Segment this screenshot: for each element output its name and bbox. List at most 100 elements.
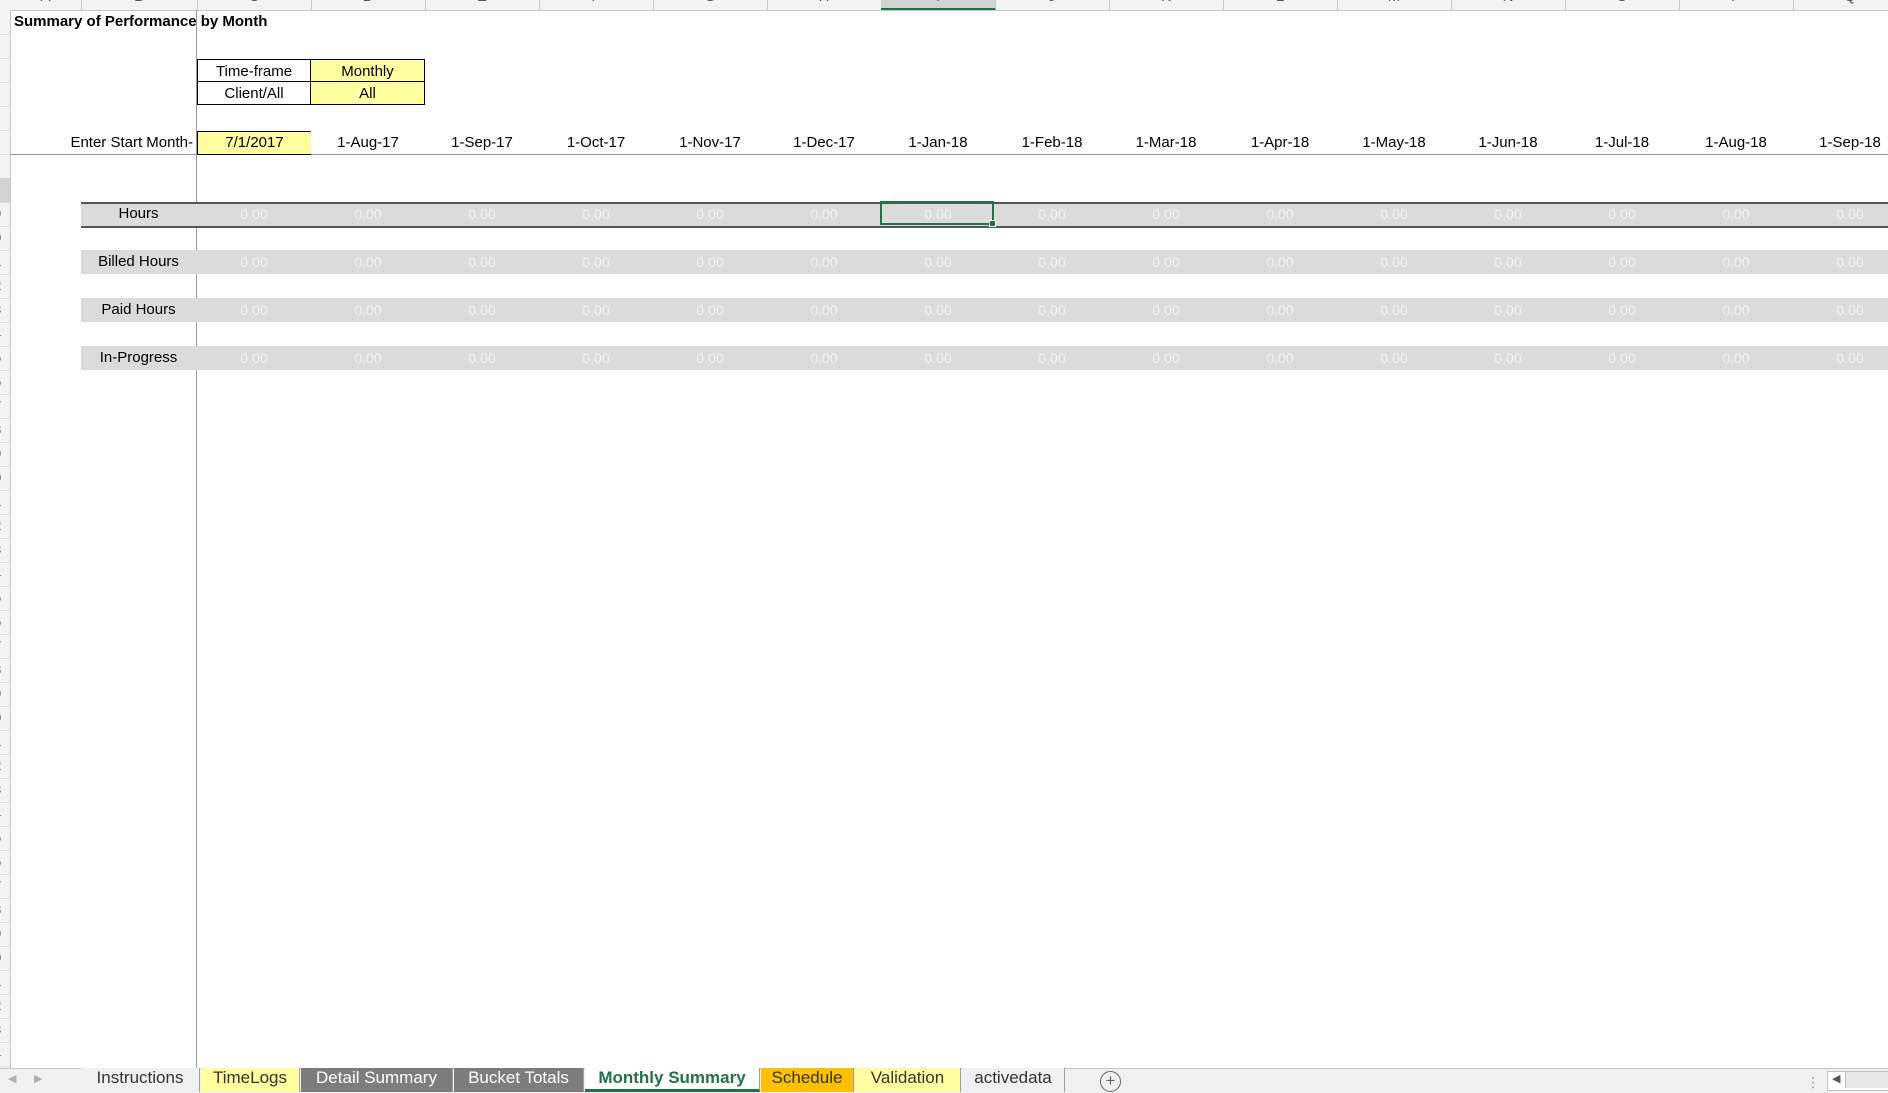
sheet-tab-timelogs[interactable]: TimeLogs: [201, 1068, 300, 1092]
sheet-tab-monthly-summary[interactable]: Monthly Summary: [585, 1068, 760, 1092]
metric-cell[interactable]: 0.00: [767, 298, 881, 322]
row-header[interactable]: 5: [0, 586, 10, 611]
row-header[interactable]: 2: [0, 514, 10, 539]
row-header[interactable]: [0, 130, 10, 155]
metric-cell[interactable]: 0.00: [1565, 346, 1679, 370]
row-header[interactable]: 1: [0, 250, 10, 275]
metric-cell[interactable]: 0.00: [881, 346, 995, 370]
metric-cell[interactable]: 0.00: [425, 298, 539, 322]
row-header[interactable]: 9: [0, 442, 10, 467]
scrollbar-thumb[interactable]: [1845, 1072, 1888, 1088]
column-header-l[interactable]: L: [1223, 0, 1338, 10]
row-header[interactable]: 8: [0, 418, 10, 443]
metric-cell[interactable]: 0.00: [1679, 202, 1793, 226]
row-header[interactable]: 7: [0, 394, 10, 419]
metric-cell[interactable]: 0.00: [881, 250, 995, 274]
metric-cell[interactable]: 0.00: [311, 250, 425, 274]
metric-cell[interactable]: 0.00: [197, 298, 311, 322]
metric-cell[interactable]: 0.00: [1109, 298, 1223, 322]
metric-cell[interactable]: 0.00: [425, 346, 539, 370]
row-header[interactable]: 9: [0, 682, 10, 707]
row-header[interactable]: [0, 154, 10, 179]
row-header[interactable]: 9: [0, 202, 10, 227]
metric-cell[interactable]: 0.00: [653, 346, 767, 370]
row-header[interactable]: 1: [0, 970, 10, 995]
row-header[interactable]: [0, 10, 10, 35]
row-header[interactable]: [0, 178, 10, 203]
row-header[interactable]: 3: [0, 778, 10, 803]
tab-scroll-left-icon[interactable]: ◀: [8, 1072, 16, 1085]
metric-cell[interactable]: 0.00: [1223, 202, 1337, 226]
sheet-tab-bucket-totals[interactable]: Bucket Totals: [454, 1068, 584, 1092]
metric-cell[interactable]: 0.00: [425, 202, 539, 226]
row-header[interactable]: 3: [0, 538, 10, 563]
metric-cell[interactable]: 0.00: [197, 250, 311, 274]
metric-cell[interactable]: 0.00: [1223, 250, 1337, 274]
sheet-tab-instructions[interactable]: Instructions: [81, 1068, 200, 1092]
metric-cell[interactable]: 0.00: [1793, 346, 1888, 370]
metric-cell[interactable]: 0.00: [1793, 298, 1888, 322]
column-header-e[interactable]: E: [425, 0, 540, 10]
metric-cell[interactable]: 0.00: [1451, 202, 1565, 226]
metric-cell[interactable]: 0.00: [1679, 346, 1793, 370]
row-header[interactable]: 0: [0, 466, 10, 491]
metric-cell[interactable]: 0.00: [197, 346, 311, 370]
metric-cell[interactable]: 0.00: [1451, 346, 1565, 370]
column-header-q[interactable]: Q: [1793, 0, 1888, 10]
metric-cell[interactable]: 0.00: [1451, 298, 1565, 322]
row-header[interactable]: 0: [0, 706, 10, 731]
column-header-k[interactable]: K: [1109, 0, 1224, 10]
client-value[interactable]: All: [310, 82, 425, 105]
metric-cell[interactable]: 0.00: [881, 298, 995, 322]
metric-cell[interactable]: 0.00: [995, 202, 1109, 226]
metric-cell[interactable]: 0.00: [1679, 250, 1793, 274]
row-header[interactable]: 8: [0, 658, 10, 683]
sheet-tab-activedata[interactable]: activedata: [962, 1068, 1065, 1092]
column-header-m[interactable]: M: [1337, 0, 1452, 10]
metric-cell[interactable]: 0.00: [1337, 202, 1451, 226]
metric-cell[interactable]: 0.00: [1223, 346, 1337, 370]
row-header[interactable]: [0, 82, 10, 107]
metric-cell[interactable]: 0.00: [1109, 346, 1223, 370]
metric-cell[interactable]: 0.00: [1109, 202, 1223, 226]
row-header[interactable]: 7: [0, 874, 10, 899]
row-header[interactable]: 6: [0, 370, 10, 395]
metric-cell[interactable]: 0.00: [1565, 202, 1679, 226]
start-month-input[interactable]: 7/1/2017: [197, 131, 311, 155]
column-header-c[interactable]: C: [197, 0, 312, 10]
metric-cell[interactable]: 0.00: [1337, 346, 1451, 370]
active-cell-cursor[interactable]: [880, 201, 996, 227]
metric-cell[interactable]: 0.00: [767, 202, 881, 226]
metric-cell[interactable]: 0.00: [1793, 250, 1888, 274]
metric-cell[interactable]: 0.00: [1793, 202, 1888, 226]
row-header[interactable]: 5: [0, 346, 10, 371]
sheet-tab-schedule[interactable]: Schedule: [761, 1068, 854, 1092]
tab-split-handle[interactable]: ⋮: [1806, 1074, 1820, 1091]
row-header[interactable]: 0: [0, 946, 10, 971]
column-header-b[interactable]: B: [81, 0, 198, 10]
sheet-tab-detail-summary[interactable]: Detail Summary: [301, 1068, 453, 1092]
column-header-o[interactable]: O: [1565, 0, 1680, 10]
metric-cell[interactable]: 0.00: [539, 346, 653, 370]
column-header-f[interactable]: F: [539, 0, 654, 10]
row-header[interactable]: 8: [0, 898, 10, 923]
metric-cell[interactable]: 0.00: [1451, 250, 1565, 274]
row-header[interactable]: [0, 58, 10, 83]
metric-cell[interactable]: 0.00: [1109, 250, 1223, 274]
row-header[interactable]: 9: [0, 922, 10, 947]
metric-cell[interactable]: 0.00: [1565, 298, 1679, 322]
sheet-tab-validation[interactable]: Validation: [855, 1068, 961, 1092]
row-header[interactable]: 6: [0, 850, 10, 875]
row-header[interactable]: 6: [0, 610, 10, 635]
fill-handle[interactable]: [989, 220, 996, 227]
timeframe-value[interactable]: Monthly: [310, 59, 425, 82]
add-sheet-icon[interactable]: +: [1100, 1071, 1121, 1092]
column-header-h[interactable]: H: [767, 0, 882, 10]
metric-cell[interactable]: 0.00: [1679, 298, 1793, 322]
row-header[interactable]: 1: [0, 490, 10, 515]
column-header-a[interactable]: A: [10, 0, 82, 10]
column-header-n[interactable]: N: [1451, 0, 1566, 10]
metric-cell[interactable]: 0.00: [1565, 250, 1679, 274]
row-header[interactable]: 7: [0, 634, 10, 659]
row-header[interactable]: 2: [0, 754, 10, 779]
